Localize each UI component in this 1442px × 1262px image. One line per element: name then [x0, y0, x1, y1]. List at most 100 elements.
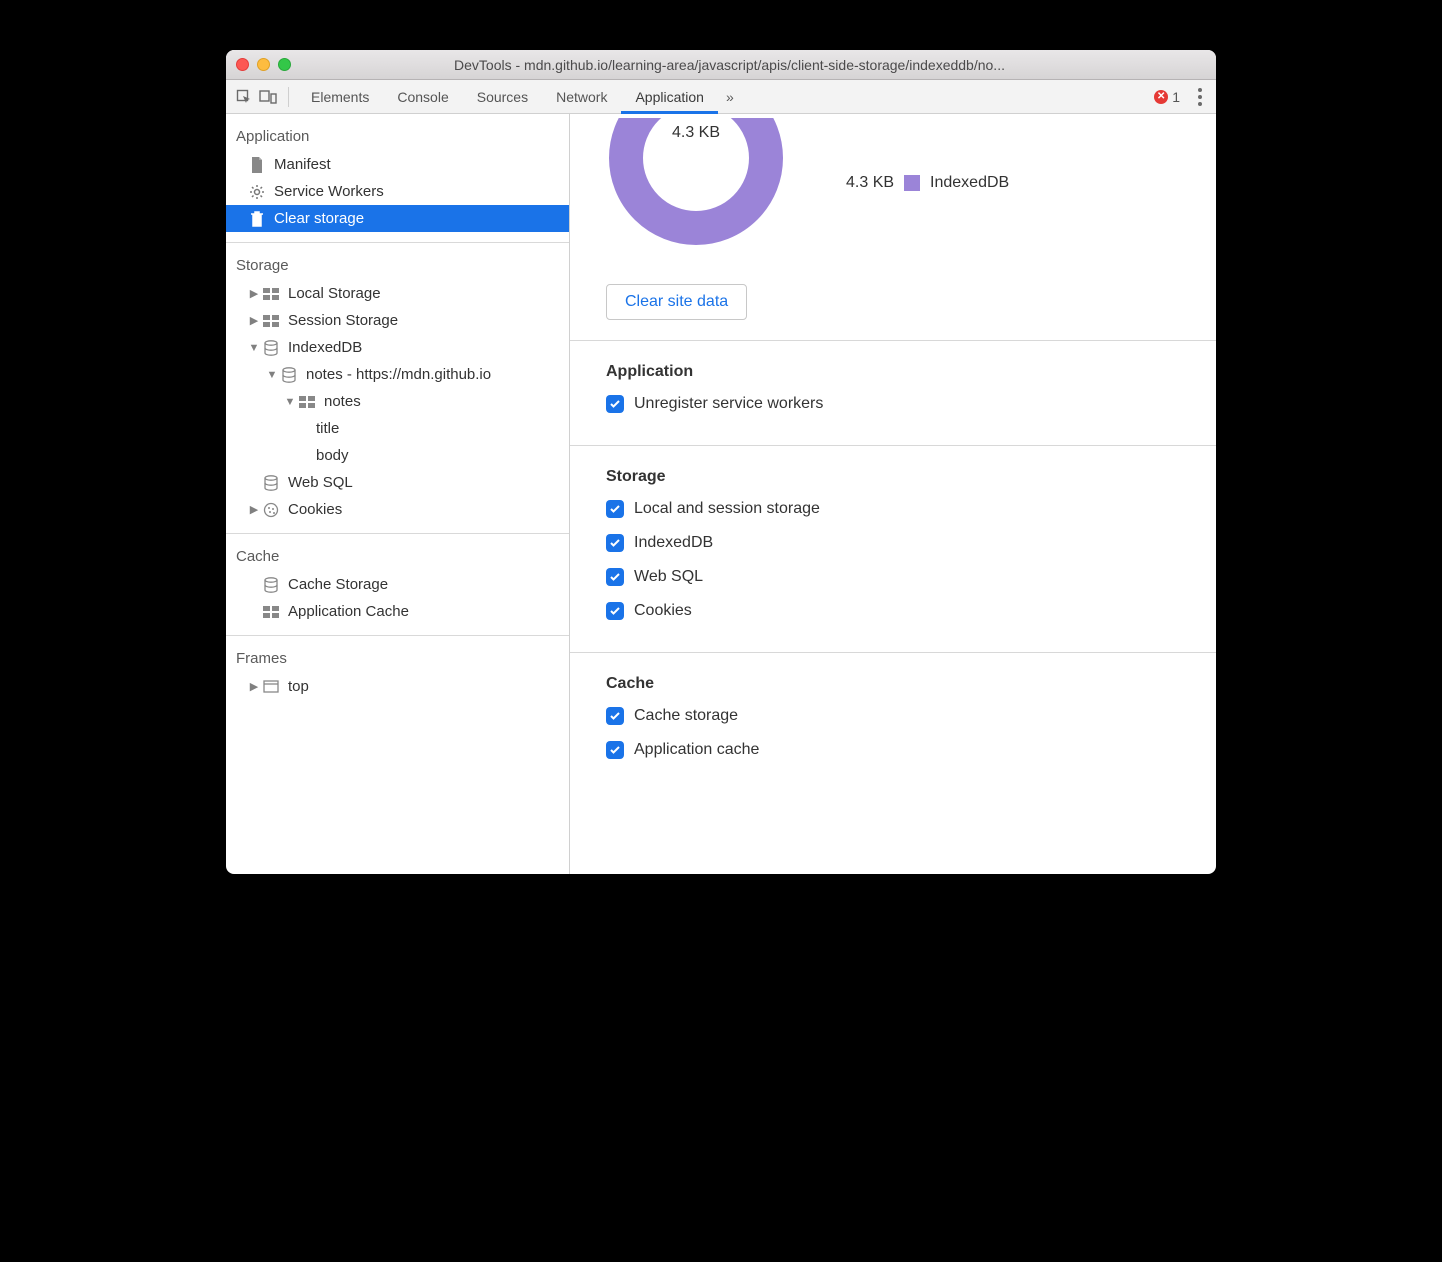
expand-icon[interactable]: ▶ — [248, 314, 260, 327]
storage-usage-legend: 4.3 KB IndexedDB — [846, 174, 1009, 192]
sidebar-item-service-workers[interactable]: Service Workers — [226, 178, 569, 205]
clear-section-cache: Cache Cache storage Application cache — [570, 652, 1216, 791]
clear-section-storage: Storage Local and session storage Indexe… — [570, 445, 1216, 652]
sidebar-item-label: Cookies — [288, 501, 342, 518]
collapse-icon[interactable]: ▼ — [284, 396, 296, 408]
inspect-icon[interactable] — [232, 85, 256, 109]
sidebar-item-label: Session Storage — [288, 312, 398, 329]
sidebar-item-indexeddb-field-title[interactable]: title — [226, 415, 569, 442]
checkbox-icon — [606, 395, 624, 413]
divider — [288, 87, 289, 107]
sidebar-item-label: Local Storage — [288, 285, 381, 302]
checkbox-label: Application cache — [634, 741, 759, 759]
collapse-icon[interactable]: ▼ — [266, 369, 278, 381]
tabstrip: Elements Console Sources Network Applica… — [226, 80, 1216, 114]
checkbox-label: Web SQL — [634, 568, 703, 586]
clear-site-data-button[interactable]: Clear site data — [606, 284, 747, 320]
legend-size: 4.3 KB — [846, 174, 894, 192]
table-icon — [262, 315, 280, 327]
traffic-lights — [236, 58, 291, 71]
checkbox-icon — [606, 707, 624, 725]
checkbox-cookies[interactable]: Cookies — [606, 602, 1216, 620]
tabs-overflow[interactable]: » — [718, 89, 742, 105]
table-icon — [262, 606, 280, 618]
checkbox-local-session[interactable]: Local and session storage — [606, 500, 1216, 518]
window-title: DevTools - mdn.github.io/learning-area/j… — [303, 57, 1206, 73]
sidebar-item-web-sql[interactable]: ▶ Web SQL — [226, 469, 569, 496]
tab-sources[interactable]: Sources — [463, 80, 542, 114]
sidebar-item-label: Application Cache — [288, 603, 409, 620]
expand-icon[interactable]: ▶ — [248, 503, 260, 516]
sidebar-item-label: top — [288, 678, 309, 695]
sidebar-item-label: body — [316, 447, 349, 464]
tab-elements[interactable]: Elements — [297, 80, 383, 114]
section-title: Application — [606, 363, 1216, 381]
sidebar-item-indexeddb[interactable]: ▼ IndexedDB — [226, 334, 569, 361]
settings-menu-icon[interactable] — [1190, 88, 1210, 106]
checkbox-unregister-sw[interactable]: Unregister service workers — [606, 395, 1216, 413]
collapse-icon[interactable]: ▼ — [248, 342, 260, 354]
sidebar-item-cookies[interactable]: ▶ Cookies — [226, 496, 569, 523]
error-icon: ✕ — [1154, 90, 1168, 104]
sidebar-item-manifest[interactable]: Manifest — [226, 151, 569, 178]
minimize-window-button[interactable] — [257, 58, 270, 71]
checkbox-label: Local and session storage — [634, 500, 820, 518]
sidebar-item-local-storage[interactable]: ▶ Local Storage — [226, 280, 569, 307]
error-count: 1 — [1172, 89, 1180, 105]
checkbox-indexeddb[interactable]: IndexedDB — [606, 534, 1216, 552]
checkbox-web-sql[interactable]: Web SQL — [606, 568, 1216, 586]
error-badge[interactable]: ✕ 1 — [1154, 89, 1180, 105]
checkbox-label: IndexedDB — [634, 534, 713, 552]
database-icon — [262, 577, 280, 593]
sidebar-item-clear-storage[interactable]: Clear storage — [226, 205, 569, 232]
clear-storage-panel: 4.3 KB 4.3 KB IndexedDB Clear site data … — [570, 114, 1216, 874]
checkbox-application-cache[interactable]: Application cache — [606, 741, 1216, 759]
clear-section-application: Application Unregister service workers — [570, 340, 1216, 445]
tab-console[interactable]: Console — [383, 80, 462, 114]
sidebar-item-label: Service Workers — [274, 183, 384, 200]
checkbox-label: Cookies — [634, 602, 692, 620]
sidebar-item-indexeddb-store[interactable]: ▼ notes — [226, 388, 569, 415]
sidebar-item-application-cache[interactable]: ▶ Application Cache — [226, 598, 569, 625]
sidebar-item-indexeddb-database[interactable]: ▼ notes - https://mdn.github.io — [226, 361, 569, 388]
sidebar-item-label: IndexedDB — [288, 339, 362, 356]
sidebar-item-label: title — [316, 420, 339, 437]
storage-usage-row: 4.3 KB 4.3 KB IndexedDB — [570, 114, 1216, 272]
sidebar-section-cache: Cache — [226, 534, 569, 571]
tab-application[interactable]: Application — [621, 80, 718, 114]
sidebar-item-session-storage[interactable]: ▶ Session Storage — [226, 307, 569, 334]
table-icon — [262, 288, 280, 300]
devtools-window: DevTools - mdn.github.io/learning-area/j… — [226, 50, 1216, 874]
gear-icon — [248, 184, 266, 200]
expand-icon[interactable]: ▶ — [248, 287, 260, 300]
legend-label: IndexedDB — [930, 174, 1009, 192]
checkbox-label: Unregister service workers — [634, 395, 823, 413]
sidebar-section-storage: Storage — [226, 243, 569, 280]
database-icon — [262, 475, 280, 491]
document-icon — [248, 157, 266, 173]
table-icon — [298, 396, 316, 408]
close-window-button[interactable] — [236, 58, 249, 71]
checkbox-label: Cache storage — [634, 707, 738, 725]
legend-swatch — [904, 175, 920, 191]
sidebar-section-frames: Frames — [226, 636, 569, 673]
checkbox-icon — [606, 602, 624, 620]
sidebar-item-label: Manifest — [274, 156, 331, 173]
sidebar-section-application: Application — [226, 114, 569, 151]
checkbox-icon — [606, 534, 624, 552]
database-icon — [280, 367, 298, 383]
sidebar-item-cache-storage[interactable]: ▶ Cache Storage — [226, 571, 569, 598]
cookie-icon — [262, 502, 280, 518]
device-toggle-icon[interactable] — [256, 85, 280, 109]
checkbox-cache-storage[interactable]: Cache storage — [606, 707, 1216, 725]
sidebar-item-frame-top[interactable]: ▶ top — [226, 673, 569, 700]
checkbox-icon — [606, 500, 624, 518]
checkbox-icon — [606, 741, 624, 759]
sidebar-item-label: notes - https://mdn.github.io — [306, 366, 491, 383]
tab-network[interactable]: Network — [542, 80, 621, 114]
storage-usage-chart: 4.3 KB — [606, 118, 786, 248]
zoom-window-button[interactable] — [278, 58, 291, 71]
sidebar-item-indexeddb-field-body[interactable]: body — [226, 442, 569, 469]
database-icon — [262, 340, 280, 356]
expand-icon[interactable]: ▶ — [248, 680, 260, 693]
